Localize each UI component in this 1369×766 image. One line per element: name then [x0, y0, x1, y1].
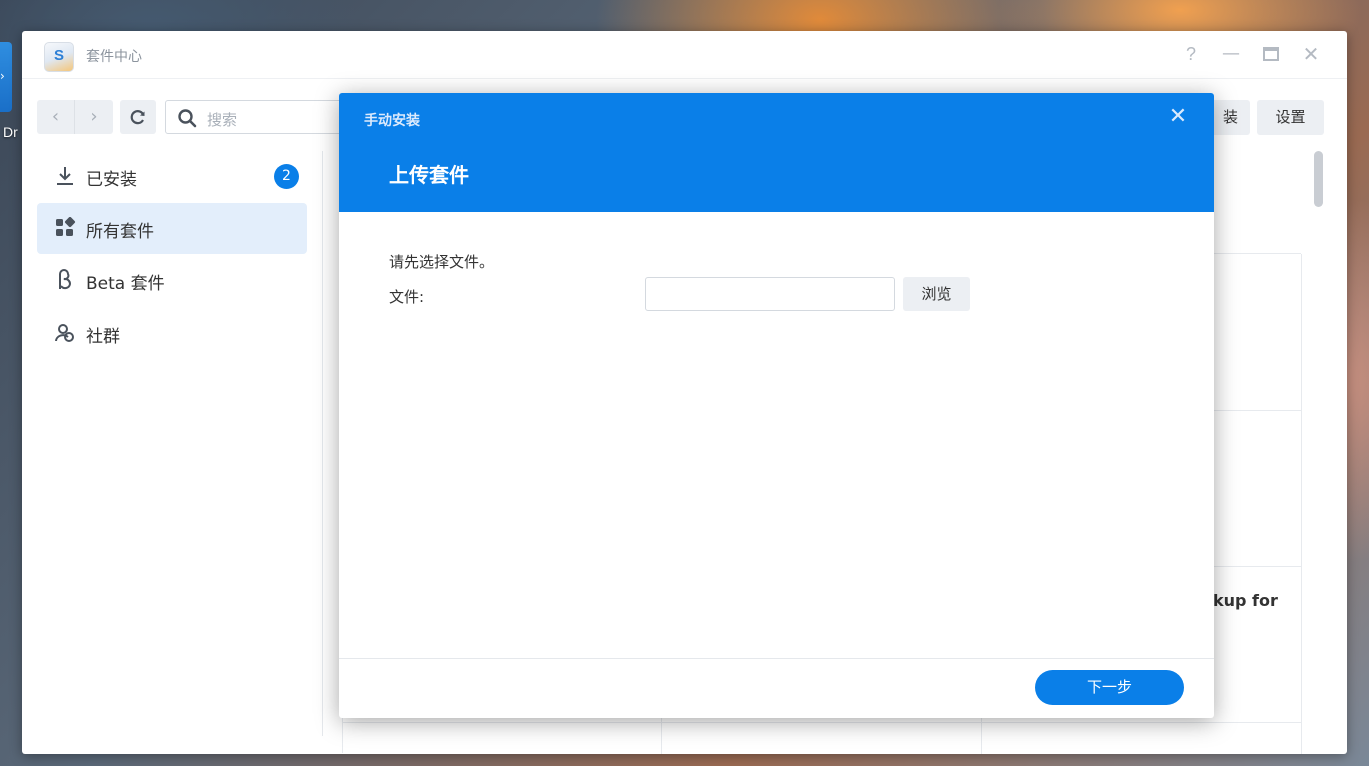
- sidebar-item-community[interactable]: 社群: [37, 308, 307, 359]
- app-icon-letter: S: [54, 47, 65, 64]
- help-icon[interactable]: ?: [1180, 43, 1202, 65]
- dialog-title: 手动安装: [364, 113, 420, 129]
- sidebar-item-all-packages[interactable]: 所有套件: [37, 203, 307, 254]
- grid-icon: [56, 217, 76, 236]
- dialog-step-title: 上传套件: [389, 163, 469, 187]
- window-titlebar[interactable]: S 套件中心 ? — ✕: [22, 31, 1347, 79]
- search-placeholder: 搜索: [207, 111, 238, 129]
- history-nav: ‹ ›: [37, 100, 113, 134]
- sidebar-item-label: 已安装: [86, 170, 137, 190]
- refresh-button[interactable]: [120, 100, 156, 134]
- content-scrollbar[interactable]: [1314, 151, 1323, 207]
- back-button[interactable]: ‹: [37, 100, 75, 134]
- beta-icon: [59, 269, 71, 290]
- settings-button[interactable]: 设置: [1257, 100, 1324, 135]
- window-title: 套件中心: [86, 49, 142, 65]
- forward-button[interactable]: ›: [75, 100, 113, 134]
- community-icon: [55, 324, 74, 342]
- sidebar-item-beta[interactable]: Beta 套件: [37, 255, 307, 306]
- package-card-title[interactable]: kup for: [1213, 591, 1278, 610]
- installed-count-badge: 2: [274, 164, 299, 189]
- grid-divider: [343, 722, 1302, 723]
- sidebar-item-label: Beta 套件: [86, 274, 165, 294]
- maximize-icon[interactable]: [1260, 43, 1282, 65]
- browse-button[interactable]: 浏览: [903, 277, 970, 311]
- next-button[interactable]: 下一步: [1035, 670, 1184, 705]
- manual-install-dialog: 手动安装 ✕ 上传套件 请先选择文件。 文件: 浏览 下一步: [339, 93, 1214, 718]
- dialog-header[interactable]: 手动安装 ✕ 上传套件: [339, 93, 1214, 212]
- sidebar-item-installed[interactable]: 已安装 2: [37, 151, 307, 202]
- desktop-icon-arrow: ›: [0, 69, 5, 83]
- window-close-icon[interactable]: ✕: [1300, 43, 1322, 65]
- desktop-icon-label[interactable]: Dr: [3, 124, 18, 140]
- file-path-input[interactable]: [645, 277, 895, 311]
- dialog-footer-divider: [339, 658, 1214, 659]
- package-center-app-icon: S: [44, 42, 74, 72]
- refresh-icon: [130, 110, 145, 125]
- dialog-instruction: 请先选择文件。: [389, 253, 495, 271]
- sidebar-item-label: 社群: [86, 327, 120, 347]
- search-icon: [178, 109, 197, 128]
- minimize-icon[interactable]: —: [1220, 43, 1242, 65]
- sidebar-item-label: 所有套件: [86, 222, 154, 242]
- download-icon: [57, 167, 73, 185]
- sidebar-divider: [322, 151, 323, 736]
- grid-divider: [1301, 254, 1302, 754]
- file-field-label: 文件:: [389, 288, 425, 306]
- dialog-close-icon[interactable]: ✕: [1165, 104, 1191, 130]
